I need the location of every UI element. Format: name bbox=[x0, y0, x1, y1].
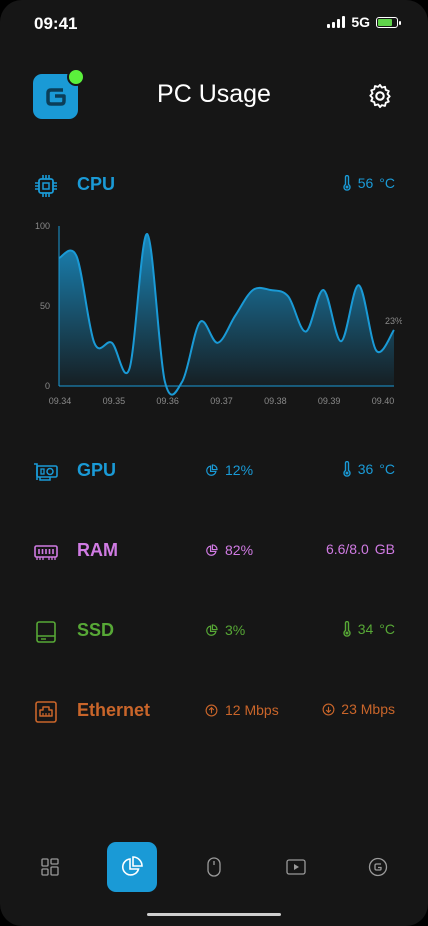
settings-gear-icon[interactable] bbox=[366, 82, 394, 110]
gpu-row[interactable]: GPU 12% 36 °C bbox=[0, 451, 428, 491]
thermometer-icon bbox=[343, 621, 351, 637]
upload-arrow-icon bbox=[205, 704, 218, 716]
tab-dashboard[interactable] bbox=[25, 842, 75, 892]
x-tick-label: 09.35 bbox=[103, 396, 126, 406]
play-icon bbox=[286, 859, 306, 875]
ethernet-upload-value: 12 Mbps bbox=[225, 702, 279, 718]
x-tick-label: 09.39 bbox=[318, 396, 341, 406]
cpu-chip-icon bbox=[35, 175, 57, 197]
y-tick-label: 50 bbox=[40, 301, 50, 311]
ram-label: RAM bbox=[77, 540, 118, 560]
gpu-usage: 12% bbox=[205, 462, 253, 478]
y-tick-label: 100 bbox=[35, 221, 50, 231]
ram-amount-unit: GB bbox=[374, 541, 395, 557]
pie-chart-icon bbox=[121, 856, 143, 876]
gpu-temp-value: 36 bbox=[357, 461, 374, 477]
ssd-usage-value: 3% bbox=[225, 622, 246, 638]
bottom-nav bbox=[0, 842, 428, 892]
cpu-temp-unit: °C bbox=[379, 175, 395, 191]
ssd-label: SSD bbox=[77, 620, 115, 640]
ram-amount: 6.6/8.0 GB bbox=[326, 541, 395, 557]
gpu-temp: 36 °C bbox=[342, 461, 395, 477]
gpu-usage-value: 12% bbox=[225, 462, 254, 478]
cpu-row[interactable]: CPU 56 °C bbox=[0, 165, 428, 205]
cpu-temp-value: 56 bbox=[357, 175, 374, 191]
phone-screen: 09:41 5G PC Usage CPU 56 °C 100 50 0 09.… bbox=[0, 0, 428, 926]
download-arrow-icon bbox=[322, 703, 335, 715]
gpu-temp-unit: °C bbox=[379, 461, 395, 477]
ram-usage-value: 82% bbox=[225, 542, 254, 558]
pie-chart-icon bbox=[206, 463, 218, 476]
ethernet-row[interactable]: Ethernet 12 Mbps 23 Mbps bbox=[0, 691, 428, 731]
y-tick-label: 0 bbox=[45, 381, 50, 391]
x-tick-label: 09.38 bbox=[264, 396, 287, 406]
mouse-icon bbox=[207, 857, 221, 877]
page-title: PC Usage bbox=[157, 80, 271, 108]
x-tick-label: 09.34 bbox=[49, 396, 72, 406]
battery-icon bbox=[376, 16, 401, 28]
cpu-temp: 56 °C bbox=[342, 175, 395, 191]
network-type: 5G bbox=[351, 14, 370, 30]
cpu-area-fill bbox=[59, 233, 394, 395]
gpu-label: GPU bbox=[77, 460, 117, 480]
grid-icon bbox=[41, 858, 59, 876]
x-tick-label: 09.40 bbox=[372, 396, 395, 406]
home-indicator[interactable] bbox=[147, 913, 281, 916]
app-header: PC Usage bbox=[0, 68, 428, 124]
tab-account[interactable] bbox=[353, 842, 403, 892]
graphics-card-icon bbox=[34, 463, 58, 481]
x-tick-label: 09.36 bbox=[156, 396, 179, 406]
battery-fill bbox=[378, 18, 393, 26]
pie-chart-icon bbox=[206, 623, 218, 636]
pie-chart-icon bbox=[206, 543, 218, 556]
cpu-label: CPU bbox=[77, 174, 116, 194]
tab-mouse[interactable] bbox=[189, 842, 239, 892]
g-logo-icon bbox=[368, 857, 388, 877]
ssd-temp: 34 °C bbox=[342, 621, 395, 637]
thermometer-icon bbox=[343, 461, 351, 477]
ethernet-label: Ethernet bbox=[77, 700, 151, 720]
ram-row[interactable]: RAM 82% 6.6/8.0 GB bbox=[0, 531, 428, 571]
ethernet-upload: 12 Mbps bbox=[205, 702, 279, 718]
drive-icon bbox=[36, 621, 56, 643]
last-value-label: 23% bbox=[385, 316, 402, 326]
signal-icon bbox=[327, 16, 346, 28]
ram-amount-value: 6.6/8.0 bbox=[325, 541, 369, 557]
ssd-temp-unit: °C bbox=[379, 621, 395, 637]
status-bar: 09:41 5G bbox=[0, 0, 428, 46]
tab-usage[interactable] bbox=[107, 842, 157, 892]
cpu-usage-chart: 100 50 0 09.34 09.35 09.36 09.37 09.38 09.39 09.… bbox=[35, 221, 402, 406]
ethernet-download-value: 23 Mbps bbox=[341, 701, 395, 717]
status-time: 09:41 bbox=[34, 14, 78, 33]
ssd-usage: 3% bbox=[205, 622, 245, 638]
ram-usage: 82% bbox=[205, 542, 253, 558]
ssd-row[interactable]: SSD 3% 34 °C bbox=[0, 611, 428, 651]
ssd-temp-value: 34 bbox=[357, 621, 374, 637]
thermometer-icon bbox=[343, 175, 351, 191]
memory-module-icon bbox=[34, 545, 58, 560]
ethernet-download: 23 Mbps bbox=[322, 701, 395, 717]
status-icons: 5G bbox=[327, 14, 401, 30]
x-tick-label: 09.37 bbox=[210, 396, 233, 406]
ethernet-port-icon bbox=[35, 701, 57, 723]
tab-media[interactable] bbox=[271, 842, 321, 892]
